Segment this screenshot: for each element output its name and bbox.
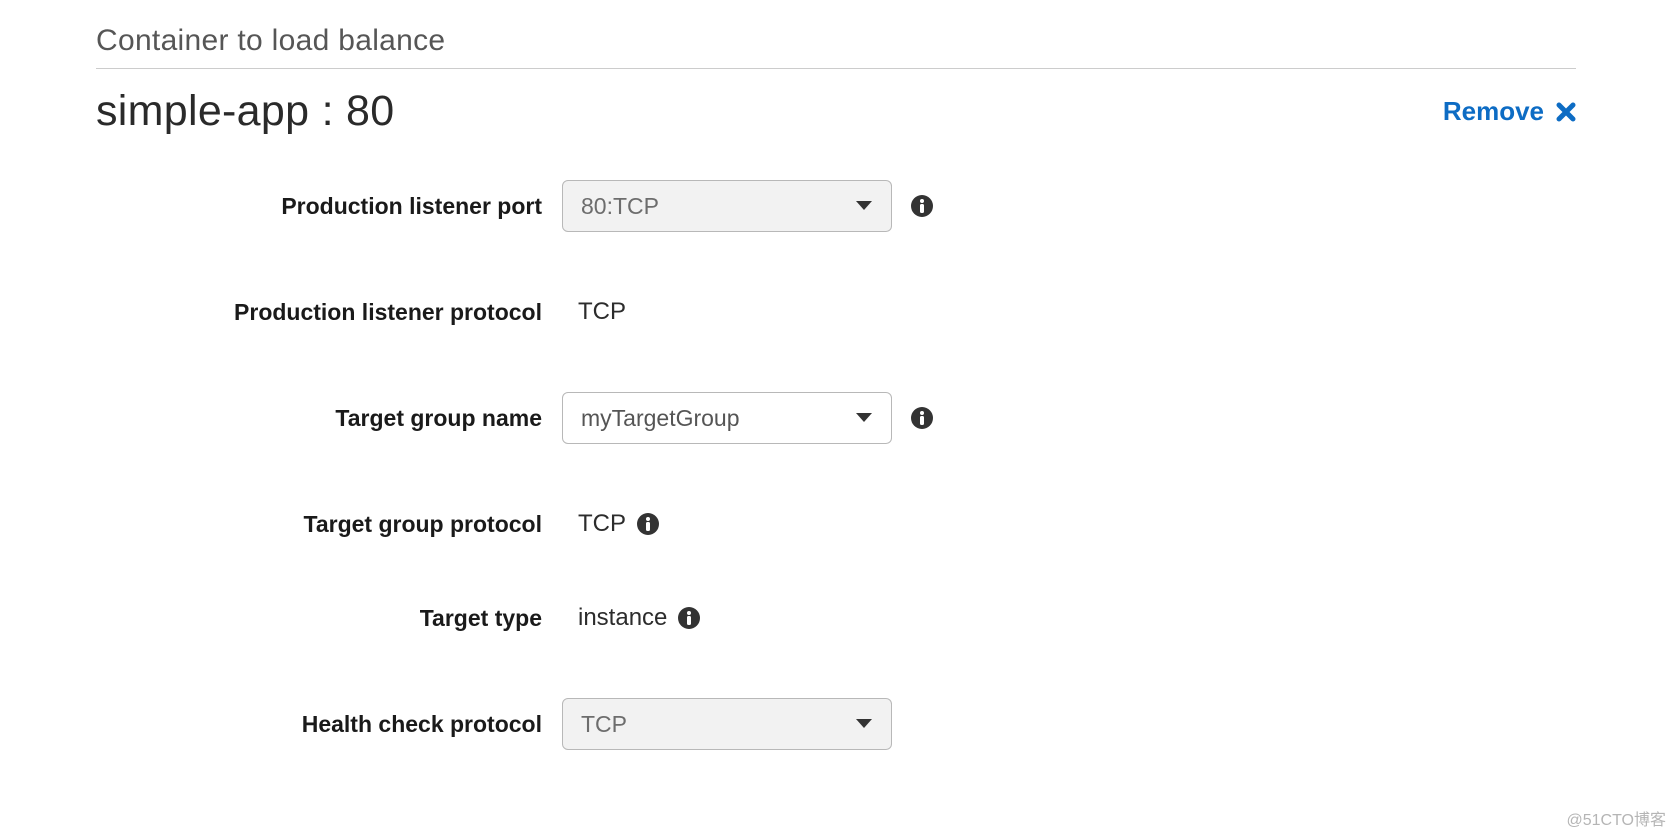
info-icon[interactable]	[636, 512, 660, 536]
app-title: simple-app : 80	[96, 87, 395, 136]
dropdown-value: 80:TCP	[581, 193, 659, 220]
remove-button[interactable]: Remove	[1443, 96, 1576, 127]
row-health-check-protocol: Health check protocol TCP	[96, 698, 1576, 750]
divider	[96, 68, 1576, 69]
chevron-down-icon	[855, 718, 873, 730]
dropdown-target-group-name[interactable]: myTargetGroup	[562, 392, 892, 444]
label-production-listener-port: Production listener port	[96, 193, 562, 220]
value-target-group-protocol: TCP	[562, 510, 626, 538]
label-target-group-name: Target group name	[96, 405, 562, 432]
value-target-type: instance	[562, 604, 667, 632]
label-target-group-protocol: Target group protocol	[96, 511, 562, 538]
dropdown-health-check-protocol[interactable]: TCP	[562, 698, 892, 750]
remove-label: Remove	[1443, 96, 1544, 127]
label-target-type: Target type	[96, 605, 562, 632]
section-title: Container to load balance	[96, 24, 1576, 58]
dropdown-value: TCP	[581, 711, 627, 738]
close-icon	[1556, 102, 1576, 122]
label-production-listener-protocol: Production listener protocol	[96, 299, 562, 326]
row-target-group-name: Target group name myTargetGroup	[96, 392, 1576, 444]
info-icon[interactable]	[910, 194, 934, 218]
chevron-down-icon	[855, 412, 873, 424]
container-load-balance-panel: Container to load balance simple-app : 8…	[0, 0, 1672, 750]
chevron-down-icon	[855, 200, 873, 212]
watermark: @51CTO博客	[1566, 806, 1666, 830]
label-health-check-protocol: Health check protocol	[96, 711, 562, 738]
row-production-listener-protocol: Production listener protocol TCP	[96, 298, 1576, 326]
row-target-group-protocol: Target group protocol TCP	[96, 510, 1576, 538]
row-target-type: Target type instance	[96, 604, 1576, 632]
header-row: simple-app : 80 Remove	[96, 87, 1576, 136]
info-icon[interactable]	[677, 606, 701, 630]
dropdown-value: myTargetGroup	[581, 405, 740, 432]
row-production-listener-port: Production listener port 80:TCP	[96, 180, 1576, 232]
info-icon[interactable]	[910, 406, 934, 430]
dropdown-production-listener-port[interactable]: 80:TCP	[562, 180, 892, 232]
value-production-listener-protocol: TCP	[562, 298, 626, 326]
